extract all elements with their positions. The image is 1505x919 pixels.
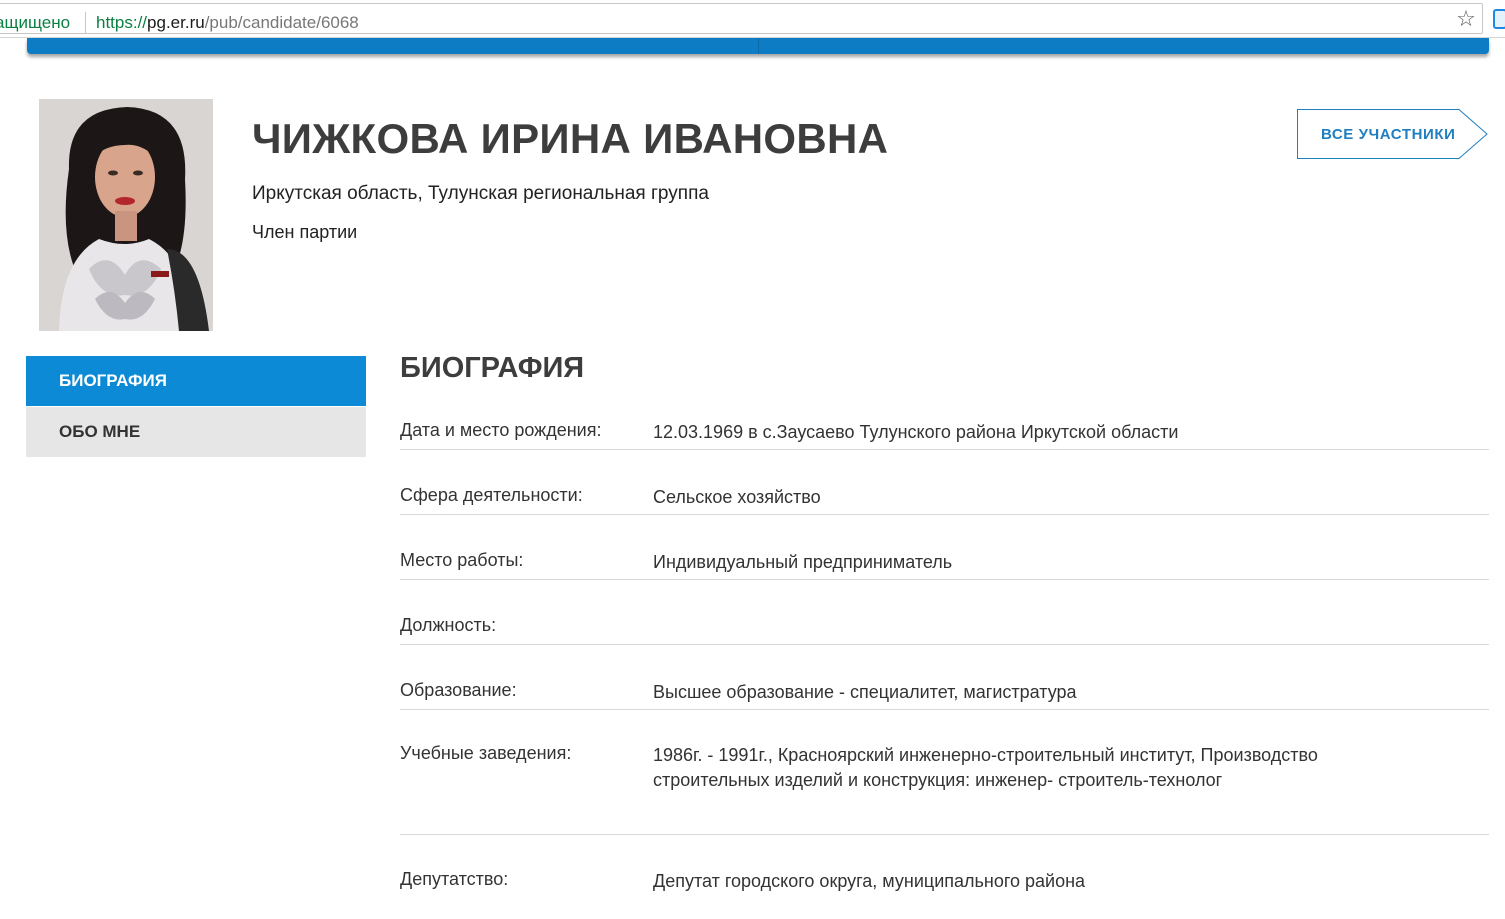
bio-row-label: Сфера деятельности:: [400, 485, 583, 505]
bio-row-label: Дата и место рождения:: [400, 420, 602, 440]
bio-row-deputy: Депутатство: Депутат городского округа, …: [400, 869, 1489, 909]
bookmark-star-icon[interactable]: ☆: [1453, 6, 1479, 32]
candidate-name: ЧИЖКОВА ИРИНА ИВАНОВНА: [252, 115, 889, 162]
omnibox[interactable]: ащищено https://pg.er.ru/pub/candidate/6…: [0, 3, 1483, 34]
bio-row-label: Учебные заведения:: [400, 743, 572, 763]
url-scheme: https://: [96, 13, 148, 32]
all-participants-button[interactable]: ВСЕ УЧАСТНИКИ: [1297, 109, 1489, 159]
candidate-region: Иркутская область, Тулунская региональна…: [252, 183, 709, 204]
site-nav-bar: [27, 38, 1489, 54]
bio-row-education: Образование: Высшее образование - специа…: [400, 680, 1489, 710]
url-domain: pg.er.ru: [147, 13, 205, 32]
candidate-status: Член партии: [252, 222, 358, 242]
bio-row-value: Высшее образование - специалитет, магист…: [653, 682, 1077, 702]
bio-row-value: 12.03.1969 в с.Заусаево Тулунского район…: [653, 422, 1179, 442]
nav-separator: [758, 38, 759, 54]
bio-row-label: Образование:: [400, 680, 517, 700]
browser-address-bar: ащищено https://pg.er.ru/pub/candidate/6…: [0, 0, 1505, 38]
all-participants-label: ВСЕ УЧАСТНИКИ: [1321, 126, 1456, 143]
tab-biography[interactable]: БИОГРАФИЯ: [26, 356, 366, 406]
url-path: /pub/candidate/6068: [204, 13, 359, 32]
tab-about-me[interactable]: ОБО МНЕ: [26, 407, 366, 457]
bio-row-value: Сельское хозяйство: [653, 487, 821, 507]
omnibox-divider: [85, 12, 86, 34]
extension-icon[interactable]: [1493, 9, 1505, 29]
bio-row-institutions: Учебные заведения: 1986г. - 1991г., Крас…: [400, 743, 1489, 835]
security-indicator[interactable]: ащищено: [0, 13, 70, 33]
candidate-photo: [39, 99, 213, 331]
bio-row-label: Место работы:: [400, 550, 524, 570]
bio-row-sphere: Сфера деятельности: Сельское хозяйство: [400, 485, 1489, 515]
bio-row-workplace: Место работы: Индивидуальный предпринима…: [400, 550, 1489, 580]
bio-row-birth: Дата и место рождения: 12.03.1969 в с.За…: [400, 420, 1489, 450]
url-text[interactable]: https://pg.er.ru/pub/candidate/6068: [96, 13, 359, 33]
section-title: БИОГРАФИЯ: [400, 352, 585, 384]
bio-row-value: 1986г. - 1991г., Красноярский инженерно-…: [653, 745, 1318, 790]
bio-row-position: Должность:: [400, 615, 1489, 645]
bio-row-value: Депутат городского округа, муниципальног…: [653, 871, 1086, 891]
portrait-image: [39, 99, 213, 331]
bio-row-label: Депутатство:: [400, 869, 509, 889]
bio-row-value: Индивидуальный предприниматель: [653, 552, 953, 572]
bio-row-label: Должность:: [400, 615, 497, 635]
